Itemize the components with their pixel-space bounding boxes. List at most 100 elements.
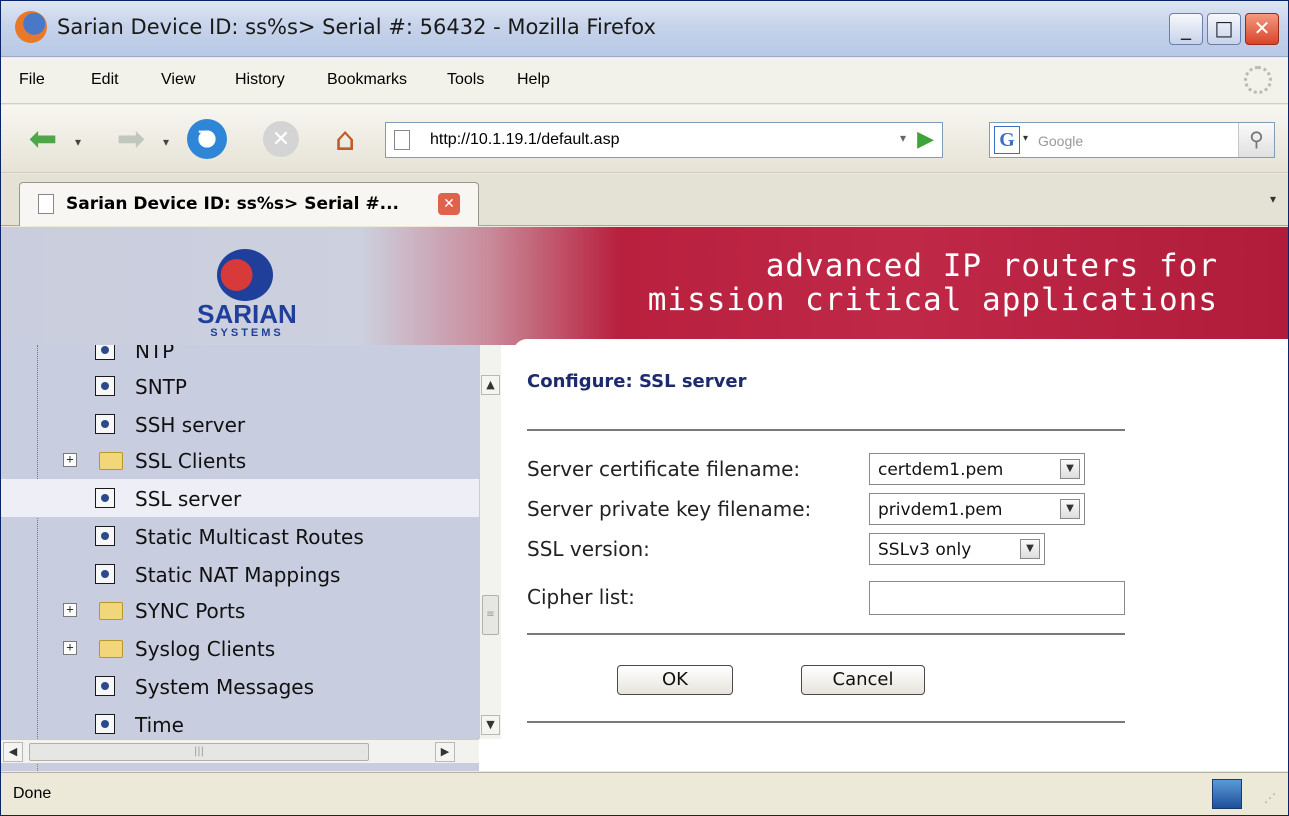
search-magnifier-icon[interactable]: ⚲ — [1238, 123, 1274, 157]
tree-item-system-messages[interactable]: System Messages — [1, 667, 479, 705]
tree-item-label: NTP — [135, 345, 175, 363]
maximize-button[interactable]: □ — [1207, 13, 1241, 45]
window-title: Sarian Device ID: ss%s> Serial #: 56432 … — [57, 15, 656, 39]
tree-item-static-nat-mappings[interactable]: Static NAT Mappings — [1, 555, 479, 593]
tree-item-label: Static Multicast Routes — [135, 525, 364, 549]
engine-dropdown-icon[interactable]: ▾ — [1023, 133, 1028, 144]
scroll-up-arrow-icon[interactable]: ▲ — [481, 375, 500, 395]
config-panel: Configure: SSL server Server certificate… — [513, 339, 1288, 771]
tab-close-icon[interactable]: ✕ — [438, 193, 460, 215]
doc-icon — [95, 376, 115, 396]
page-title: Configure: SSL server — [527, 371, 747, 392]
menu-bar: File Edit View History Bookmarks Tools H… — [1, 58, 1288, 104]
back-history-dropdown-icon[interactable]: ▾ — [75, 135, 81, 149]
tree-item-label: Syslog Clients — [135, 637, 276, 661]
stop-icon[interactable]: ✕ — [263, 121, 299, 157]
sidebar-horizontal-scrollbar[interactable]: ◀ ||| ▶ — [1, 739, 479, 763]
tree-item-ssl-clients[interactable]: + SSL Clients — [1, 441, 479, 479]
tree-item-label: Static NAT Mappings — [135, 563, 341, 587]
menu-view[interactable]: View — [161, 71, 195, 89]
ok-button[interactable]: OK — [617, 665, 733, 695]
chevron-down-icon[interactable]: ▼ — [1020, 539, 1040, 559]
forward-arrow-icon[interactable]: ➡ — [105, 119, 157, 159]
chevron-down-icon[interactable]: ▼ — [1060, 499, 1080, 519]
cert-select[interactable]: certdem1.pem ▼ — [869, 453, 1085, 485]
menu-history[interactable]: History — [235, 71, 285, 89]
folder-icon — [99, 602, 123, 620]
tree-item-label: SNTP — [135, 375, 187, 399]
chevron-down-icon[interactable]: ▼ — [1060, 459, 1080, 479]
status-bar: Done ⋰ — [1, 772, 1288, 815]
tree-item-label: SSL Clients — [135, 449, 247, 473]
back-arrow-icon[interactable]: ⬅ — [17, 119, 69, 159]
folder-icon — [99, 452, 123, 470]
scroll-down-arrow-icon[interactable]: ▼ — [481, 715, 500, 735]
doc-icon — [95, 345, 115, 360]
tree-item-label: Time — [135, 713, 184, 737]
horizontal-scroll-thumb[interactable]: ||| — [29, 743, 369, 761]
cancel-button[interactable]: Cancel — [801, 665, 925, 695]
doc-icon — [95, 676, 115, 696]
navigation-toolbar: ⬅ ▾ ➡ ▾ ↻ ✕ ⌂ http://10.1.19.1/default.a… — [1, 105, 1288, 173]
expand-plus-icon[interactable]: + — [63, 453, 77, 467]
tab-active[interactable]: Sarian Device ID: ss%s> Serial #... ✕ — [19, 182, 479, 226]
tree-item-label: SSH server — [135, 413, 246, 437]
url-dropdown-icon[interactable]: ▾ — [900, 131, 906, 145]
scroll-left-arrow-icon[interactable]: ◀ — [3, 742, 23, 762]
cipher-input[interactable] — [869, 581, 1125, 615]
scroll-right-arrow-icon[interactable]: ▶ — [435, 742, 455, 762]
tree-item-ssl-server[interactable]: SSL server — [1, 479, 479, 517]
logo-subtitle: SYSTEMS — [210, 327, 284, 339]
tree-item-time[interactable]: Time — [1, 705, 479, 743]
navigation-tree: NTP SNTP SSH server + SSL Clients SSL se… — [1, 345, 479, 771]
search-bar[interactable]: G ▾ Google ⚲ — [989, 122, 1275, 158]
sarian-logo: SARIAN SYSTEMS — [169, 243, 329, 343]
key-select[interactable]: privdem1.pem ▼ — [869, 493, 1085, 525]
throbber-icon — [1244, 66, 1272, 94]
menu-file[interactable]: File — [19, 71, 45, 89]
cert-value: certdem1.pem — [878, 460, 1004, 480]
cert-label: Server certificate filename: — [527, 457, 801, 481]
tree-item-sync-ports[interactable]: + SYNC Ports — [1, 591, 479, 629]
tree-item-syslog-clients[interactable]: + Syslog Clients — [1, 629, 479, 667]
tree-item-static-multicast-routes[interactable]: Static Multicast Routes — [1, 517, 479, 555]
sarian-swirl-icon — [217, 249, 273, 301]
menu-help[interactable]: Help — [517, 71, 550, 89]
resize-grip-icon[interactable]: ⋰ — [1264, 791, 1282, 809]
list-all-tabs-icon[interactable]: ▾ — [1270, 192, 1276, 206]
page-content: SARIAN SYSTEMS advanced IP routers for m… — [1, 227, 1288, 771]
doc-icon — [95, 526, 115, 546]
go-arrow-icon[interactable]: ▶ — [917, 127, 934, 152]
tagline-line-2: mission critical applications — [647, 282, 1218, 318]
url-bar[interactable]: http://10.1.19.1/default.asp ▾ ▶ — [385, 122, 943, 158]
menu-bookmarks[interactable]: Bookmarks — [327, 71, 407, 89]
menu-edit[interactable]: Edit — [91, 71, 119, 89]
tab-page-icon — [38, 194, 54, 214]
firefox-logo-icon — [15, 11, 47, 43]
google-engine-icon[interactable]: G — [994, 126, 1020, 154]
menu-tools[interactable]: Tools — [447, 71, 484, 89]
vertical-scroll-thumb[interactable]: ≡ — [482, 595, 499, 635]
expand-plus-icon[interactable]: + — [63, 603, 77, 617]
doc-icon — [95, 414, 115, 434]
tree-item-ntp[interactable]: NTP — [1, 345, 479, 369]
close-window-button[interactable]: ✕ — [1245, 13, 1279, 45]
tree-item-sntp[interactable]: SNTP — [1, 367, 479, 405]
minimize-button[interactable]: _ — [1169, 13, 1203, 45]
divider — [527, 429, 1125, 431]
tab-strip: Sarian Device ID: ss%s> Serial #... ✕ ▾ — [1, 174, 1288, 226]
forward-history-dropdown-icon[interactable]: ▾ — [163, 135, 169, 149]
tree-item-label: SYNC Ports — [135, 599, 246, 623]
expand-plus-icon[interactable]: + — [63, 641, 77, 655]
status-text: Done — [13, 785, 52, 802]
reload-icon[interactable]: ↻ — [187, 119, 227, 159]
version-select[interactable]: SSLv3 only ▼ — [869, 533, 1045, 565]
divider — [527, 633, 1125, 635]
tree-item-ssh-server[interactable]: SSH server — [1, 405, 479, 443]
logo-name: SARIAN — [197, 299, 297, 329]
sidebar-vertical-scrollbar[interactable]: ▲ ≡ ▼ — [479, 345, 501, 739]
doc-icon — [95, 488, 115, 508]
doc-icon — [95, 714, 115, 734]
weather-extension-icon[interactable] — [1212, 779, 1242, 809]
home-icon[interactable]: ⌂ — [325, 119, 365, 159]
